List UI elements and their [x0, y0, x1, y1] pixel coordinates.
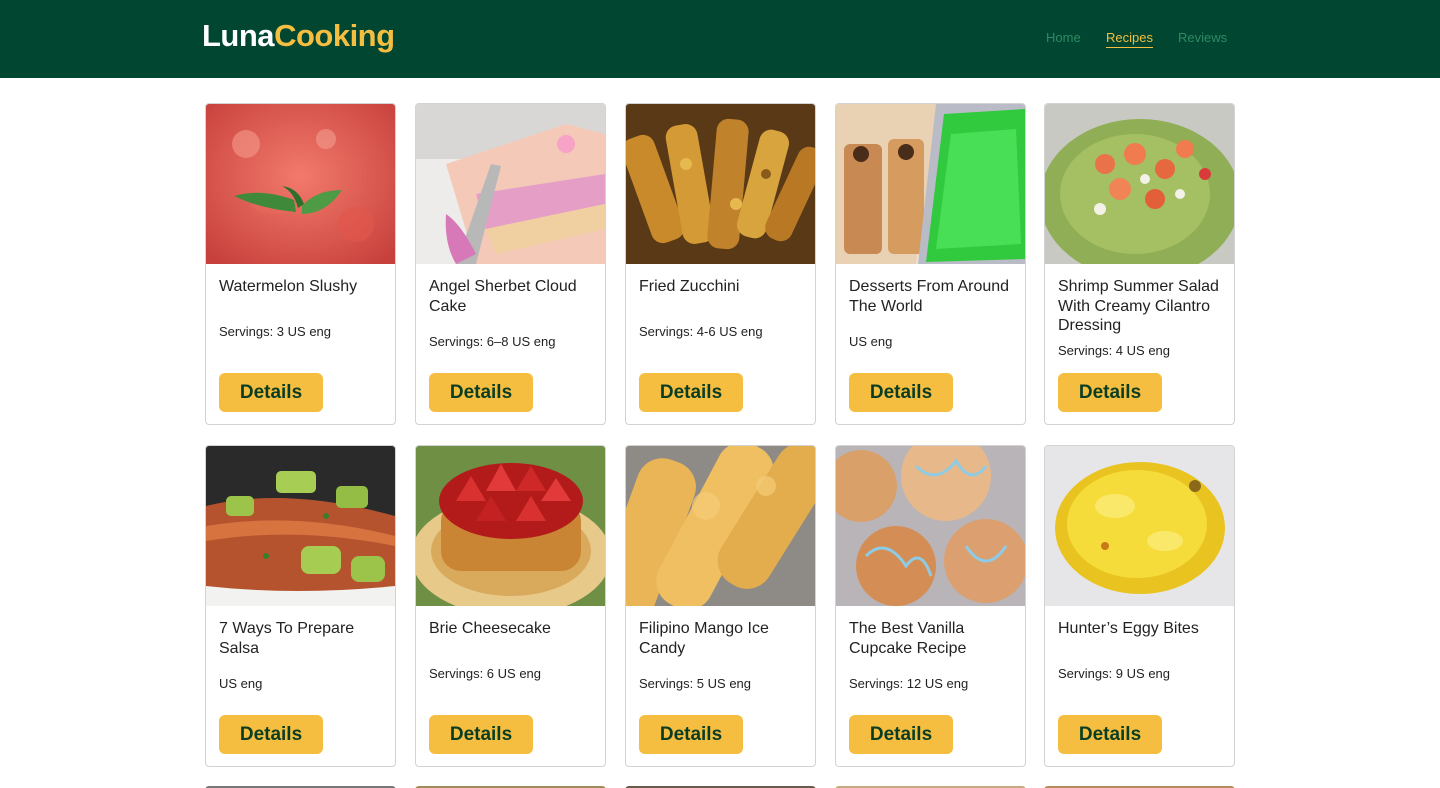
recipe-card: Filipino Mango Ice Candy Servings: 5 US …: [625, 445, 816, 767]
recipe-title: Filipino Mango Ice Candy: [639, 620, 769, 657]
recipe-card: Fried Zucchini Servings: 4-6 US eng Deta…: [625, 103, 816, 425]
recipe-servings: Servings: 4 US eng: [1058, 343, 1171, 358]
recipe-title: The Best Vanilla Cupcake Recipe: [849, 620, 967, 657]
recipe-title: Angel Sherbet Cloud Cake: [429, 278, 577, 315]
recipe-title: Fried Zucchini: [639, 278, 740, 295]
recipe-servings: US eng: [219, 676, 263, 691]
details-button[interactable]: Details: [429, 715, 533, 754]
recipe-card: Brie Cheesecake Servings: 6 US eng Detai…: [415, 445, 606, 767]
recipe-card: Hunter’s Eggy Bites Servings: 9 US eng D…: [1044, 445, 1235, 767]
recipe-servings: Servings: 3 US eng: [219, 324, 332, 339]
recipe-title: Watermelon Slushy: [219, 278, 358, 295]
recipe-title: Hunter’s Eggy Bites: [1058, 620, 1199, 637]
details-button[interactable]: Details: [219, 715, 323, 754]
recipe-title: Brie Cheesecake: [429, 620, 551, 637]
recipe-servings: Servings: 4-6 US eng: [639, 324, 763, 339]
recipe-card: 7 Ways To Prepare Salsa US eng Details: [205, 445, 396, 767]
details-button[interactable]: Details: [219, 373, 323, 412]
eggy-bites-photo[interactable]: [1045, 446, 1234, 606]
nav-home-link[interactable]: Home: [1046, 29, 1081, 46]
details-button[interactable]: Details: [639, 373, 743, 412]
recipe-servings: Servings: 6 US eng: [429, 666, 542, 681]
mango-ice-candy-photo[interactable]: [626, 446, 815, 606]
watermelon-slushy-photo[interactable]: [206, 104, 395, 264]
recipe-card: The Best Vanilla Cupcake Recipe Servings…: [835, 445, 1026, 767]
details-button[interactable]: Details: [1058, 715, 1162, 754]
details-button[interactable]: Details: [639, 715, 743, 754]
vanilla-cupcake-photo[interactable]: [836, 446, 1025, 606]
recipe-title: 7 Ways To Prepare Salsa: [219, 620, 355, 657]
recipe-title: Desserts From Around The World: [849, 278, 1010, 315]
shrimp-salad-photo[interactable]: [1045, 104, 1234, 264]
brie-cheesecake-photo[interactable]: [416, 446, 605, 606]
details-button[interactable]: Details: [1058, 373, 1162, 412]
recipe-card: Desserts From Around The World US eng De…: [835, 103, 1026, 425]
recipe-servings: Servings: 9 US eng: [1058, 666, 1171, 681]
details-button[interactable]: Details: [429, 373, 533, 412]
logo-text-luna: Luna: [202, 18, 275, 53]
logo-text-cooking: Cooking: [274, 18, 395, 53]
recipe-servings: US eng: [849, 334, 893, 349]
fried-zucchini-photo[interactable]: [626, 104, 815, 264]
details-button[interactable]: Details: [849, 715, 953, 754]
details-button[interactable]: Details: [849, 373, 953, 412]
recipe-card: Angel Sherbet Cloud Cake Servings: 6–8 U…: [415, 103, 606, 425]
sherbet-cake-photo[interactable]: [416, 104, 605, 264]
recipe-servings: Servings: 12 US eng: [849, 676, 969, 691]
recipe-card: Watermelon Slushy Servings: 3 US eng Det…: [205, 103, 396, 425]
recipe-servings: Servings: 5 US eng: [639, 676, 752, 691]
desserts-photo[interactable]: [836, 104, 1025, 264]
recipe-card: Shrimp Summer Salad With Creamy Cilantro…: [1044, 103, 1235, 425]
nav-recipes-link[interactable]: Recipes: [1106, 29, 1153, 48]
salsa-salmon-photo[interactable]: [206, 446, 395, 606]
recipe-title: Shrimp Summer Salad With Creamy Cilantro…: [1058, 278, 1219, 334]
nav-reviews-link[interactable]: Reviews: [1178, 29, 1227, 46]
site-logo[interactable]: LunaCooking: [202, 17, 395, 55]
site-header: LunaCooking Home Recipes Reviews: [0, 0, 1440, 78]
recipe-servings: Servings: 6–8 US eng: [429, 334, 556, 349]
